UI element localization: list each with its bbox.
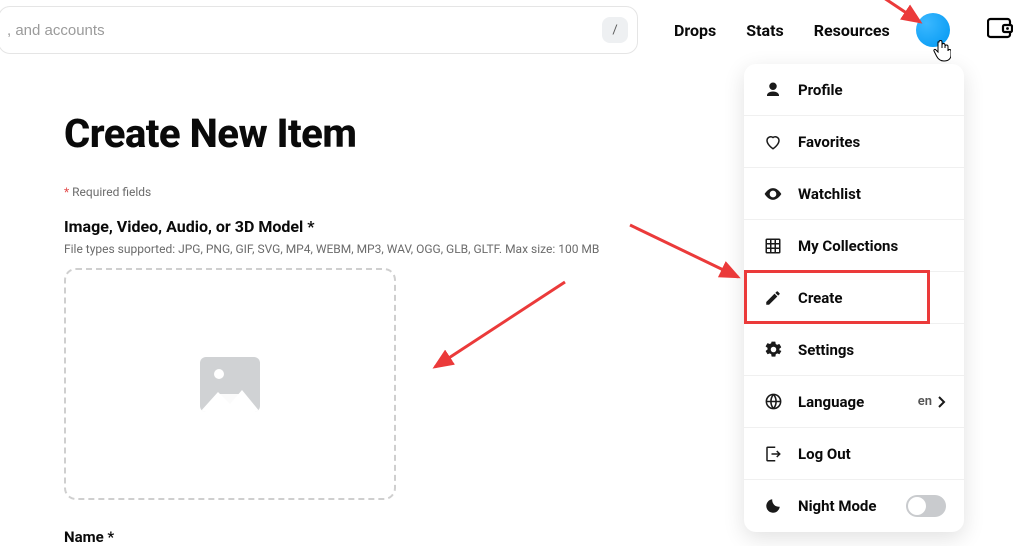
menu-label: Settings <box>798 341 854 359</box>
heart-icon <box>762 133 784 151</box>
menu-label: My Collections <box>798 237 898 255</box>
grid-icon <box>762 237 784 255</box>
language-value: en <box>918 394 946 409</box>
menu-label: Night Mode <box>798 497 876 515</box>
night-mode-toggle[interactable] <box>906 495 946 517</box>
search-input[interactable] <box>0 6 638 54</box>
menu-language[interactable]: Language en <box>744 376 964 428</box>
menu-label: Language <box>798 393 864 411</box>
menu-label: Favorites <box>798 133 860 151</box>
top-bar: / Drops Stats Resources <box>0 0 1024 60</box>
person-icon <box>762 81 784 99</box>
page-title: Create New Item <box>64 110 650 157</box>
menu-label: Log Out <box>798 445 851 463</box>
image-placeholder-icon <box>200 357 260 412</box>
menu-profile[interactable]: Profile <box>744 64 964 116</box>
name-label: Name * <box>64 528 650 546</box>
menu-settings[interactable]: Settings <box>744 324 964 376</box>
search-shortcut-key: / <box>602 17 628 43</box>
wallet-button[interactable] <box>984 16 1016 44</box>
upload-hint: File types supported: JPG, PNG, GIF, SVG… <box>64 242 650 256</box>
logout-icon <box>762 445 784 463</box>
menu-favorites[interactable]: Favorites <box>744 116 964 168</box>
account-avatar[interactable] <box>916 13 950 47</box>
eye-icon <box>762 184 784 204</box>
required-note: * Required fields <box>64 185 650 199</box>
nav-drops[interactable]: Drops <box>674 21 716 40</box>
upload-dropzone[interactable] <box>64 268 396 500</box>
wallet-icon <box>987 16 1013 44</box>
menu-label: Watchlist <box>798 185 861 203</box>
nav-stats[interactable]: Stats <box>746 21 783 40</box>
pencil-icon <box>762 289 784 307</box>
menu-logout[interactable]: Log Out <box>744 428 964 480</box>
moon-icon <box>762 497 784 515</box>
main-content: Create New Item * Required fields Image,… <box>0 60 650 546</box>
search-field[interactable]: / <box>0 6 638 54</box>
menu-label: Create <box>798 289 842 307</box>
gear-icon <box>762 340 784 359</box>
primary-nav: Drops Stats Resources <box>674 21 890 40</box>
upload-label: Image, Video, Audio, or 3D Model * <box>64 217 650 236</box>
globe-icon <box>762 392 784 411</box>
chevron-right-icon <box>938 396 946 408</box>
menu-night-mode[interactable]: Night Mode <box>744 480 964 532</box>
account-menu: Profile Favorites Watchlist My Collectio… <box>744 64 964 532</box>
menu-label: Profile <box>798 81 843 99</box>
menu-my-collections[interactable]: My Collections <box>744 220 964 272</box>
nav-resources[interactable]: Resources <box>814 21 890 40</box>
menu-create[interactable]: Create <box>744 272 964 324</box>
menu-watchlist[interactable]: Watchlist <box>744 168 964 220</box>
